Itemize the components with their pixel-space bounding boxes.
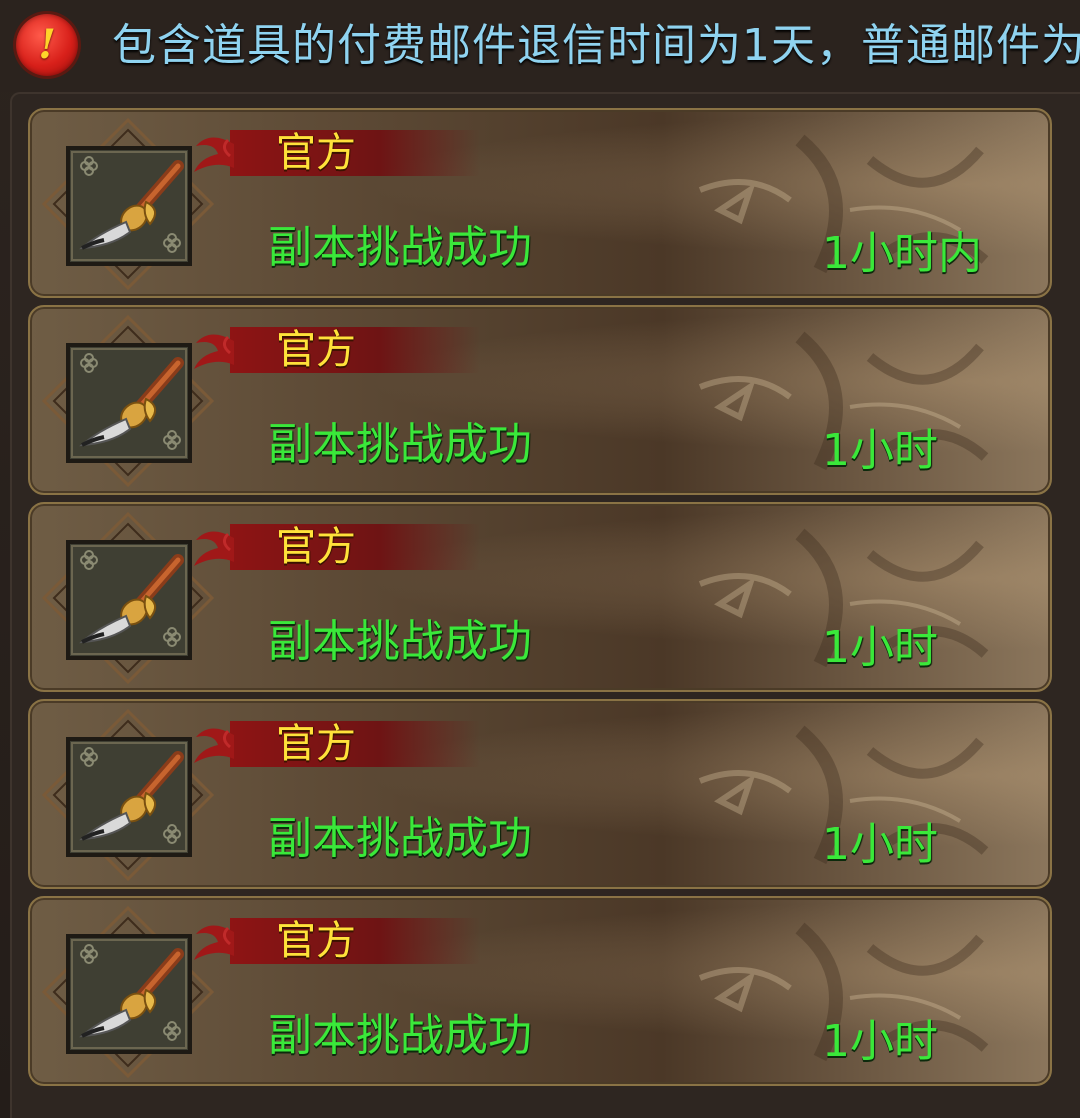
mail-time: 1小时内: [822, 228, 982, 279]
mail-item[interactable]: 官方 副本挑战成功 1小时内: [28, 108, 1052, 298]
mail-sender: 官方: [276, 721, 356, 767]
mail-window: ! 包含道具的付费邮件退信时间为1天，普通邮件为 官方 副本挑战成功 1小时内 …: [0, 0, 1080, 1118]
mail-item[interactable]: 官方 副本挑战成功 1小时: [28, 502, 1052, 692]
mail-time: 1小时: [822, 622, 938, 673]
mail-subject: 副本挑战成功: [268, 222, 532, 273]
mail-item[interactable]: 官方 副本挑战成功 1小时: [28, 305, 1052, 495]
notice-bar: ! 包含道具的付费邮件退信时间为1天，普通邮件为: [0, 0, 1080, 92]
mail-subject: 副本挑战成功: [268, 419, 532, 470]
mail-item[interactable]: 官方 副本挑战成功 1小时: [28, 699, 1052, 889]
mail-item[interactable]: 官方 副本挑战成功 1小时: [28, 896, 1052, 1086]
mail-list-panel[interactable]: 官方 副本挑战成功 1小时内 官方 副本挑战成功 1小时 官方 副本挑战成功 1…: [10, 92, 1080, 1118]
mail-sender: 官方: [276, 918, 356, 964]
exclamation-icon: !: [16, 14, 78, 76]
mail-subject: 副本挑战成功: [268, 616, 532, 667]
mail-subject: 副本挑战成功: [268, 813, 532, 864]
mail-time: 1小时: [822, 425, 938, 476]
mail-subject: 副本挑战成功: [268, 1010, 532, 1061]
mail-time: 1小时: [822, 819, 938, 870]
mail-sender: 官方: [276, 327, 356, 373]
mail-sender: 官方: [276, 130, 356, 176]
mail-sender: 官方: [276, 524, 356, 570]
mail-time: 1小时: [822, 1016, 938, 1067]
notice-text: 包含道具的付费邮件退信时间为1天，普通邮件为: [112, 20, 1080, 71]
